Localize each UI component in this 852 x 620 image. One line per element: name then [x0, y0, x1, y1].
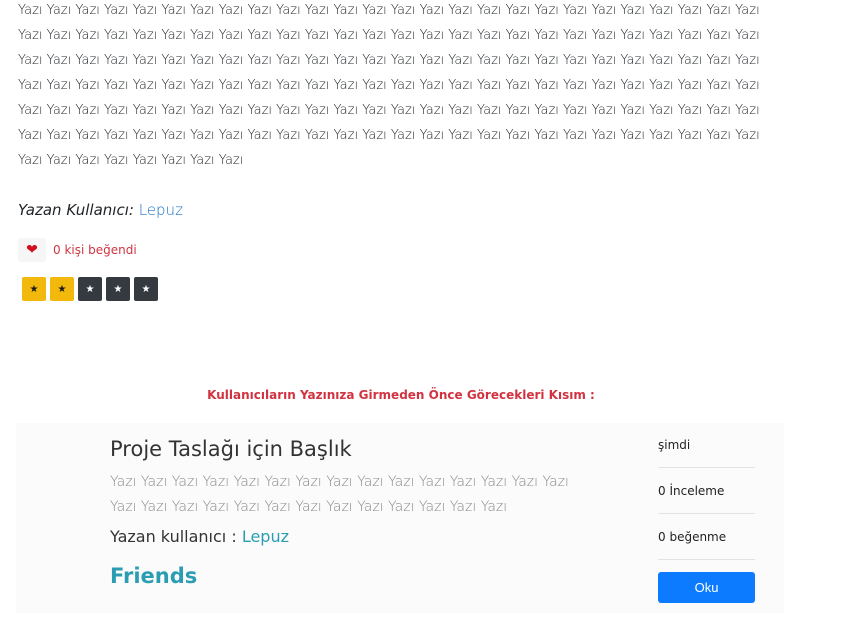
rating-stars: ★ ★ ★ ★ ★ — [22, 277, 158, 301]
author-label: Yazan Kullanıcı: — [18, 201, 134, 219]
article-author: Yazan Kullanıcı: Lepuz — [18, 201, 183, 219]
heart-icon: ❤ — [26, 242, 38, 258]
star-5[interactable]: ★ — [134, 277, 158, 301]
star-3[interactable]: ★ — [78, 277, 102, 301]
preview-card: Proje Taslağı için Başlık Yazı Yazı Yazı… — [16, 423, 784, 613]
like-count: 0 kişi beğendi — [53, 243, 137, 257]
article-body: Yazı Yazı Yazı Yazı Yazı Yazı Yazı Yazı … — [18, 3, 760, 168]
meta-likes: 0 beğenme — [658, 514, 755, 560]
author-link[interactable]: Lepuz — [139, 201, 183, 219]
like-row: ❤ 0 kişi beğendi — [18, 238, 137, 262]
star-icon: ★ — [113, 283, 123, 295]
friends-label: Friends — [110, 564, 198, 588]
star-icon: ★ — [29, 283, 39, 295]
card-meta: şimdi 0 İnceleme 0 beğenme Oku — [658, 423, 755, 603]
meta-reviews: 0 İnceleme — [658, 468, 755, 514]
card-title: Proje Taslağı için Başlık — [110, 437, 352, 461]
card-author-label: Yazan kullanıcı : — [110, 527, 237, 546]
like-button[interactable]: ❤ — [18, 238, 46, 262]
card-author-link[interactable]: Lepuz — [242, 527, 289, 546]
star-1[interactable]: ★ — [22, 277, 46, 301]
star-icon: ★ — [85, 283, 95, 295]
star-2[interactable]: ★ — [50, 277, 74, 301]
card-excerpt: Yazı Yazı Yazı Yazı Yazı Yazı Yazı Yazı … — [110, 474, 569, 515]
meta-time: şimdi — [658, 423, 755, 468]
star-icon: ★ — [57, 283, 67, 295]
star-icon: ★ — [141, 283, 151, 295]
read-button[interactable]: Oku — [658, 572, 755, 603]
star-4[interactable]: ★ — [106, 277, 130, 301]
card-author: Yazan kullanıcı : Lepuz — [110, 527, 289, 546]
preview-heading: Kullanıcıların Yazınıza Girmeden Önce Gö… — [207, 388, 595, 402]
